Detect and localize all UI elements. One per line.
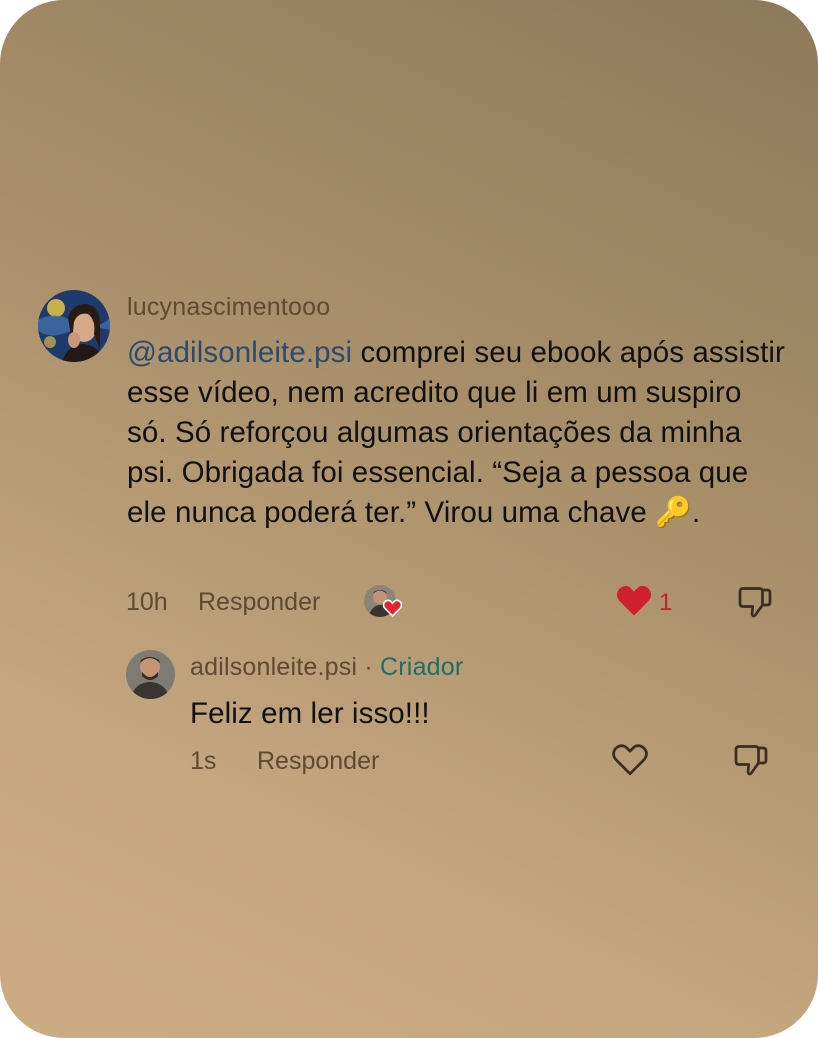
dislike-icon[interactable]: [737, 584, 773, 620]
reply-reply-button[interactable]: Responder: [257, 747, 379, 776]
username-separator: ·: [357, 653, 381, 681]
key-emoji: 🔑: [655, 496, 692, 529]
creator-heart-icon: [383, 599, 402, 617]
replier-avatar[interactable]: [126, 650, 175, 699]
mention-link[interactable]: @adilsonleite.psi: [127, 336, 352, 369]
reply-button[interactable]: Responder: [198, 588, 320, 617]
comment-text-end: .: [691, 496, 701, 529]
heart-icon[interactable]: [612, 743, 648, 776]
reply-username-line: adilsonleite.psi · Criador: [190, 653, 463, 682]
commenter-username[interactable]: lucynascimentooo: [127, 293, 330, 322]
creator-badge: Criador: [380, 653, 464, 681]
replier-username[interactable]: adilsonleite.psi: [190, 653, 357, 681]
reply-dislike-icon[interactable]: [733, 742, 769, 778]
comment-timestamp: 10h: [126, 588, 168, 616]
commenter-avatar[interactable]: [38, 290, 110, 362]
reply-timestamp: 1s: [190, 747, 217, 775]
like-count: 1: [659, 589, 673, 616]
comment-card: lucynascimentooo @adilsonleite.psi compr…: [0, 0, 818, 1038]
heart-icon-liked[interactable]: [616, 584, 652, 617]
reply-body: Feliz em ler isso!!!: [190, 697, 430, 730]
comment-body: @adilsonleite.psi comprei seu ebook após…: [127, 333, 787, 533]
